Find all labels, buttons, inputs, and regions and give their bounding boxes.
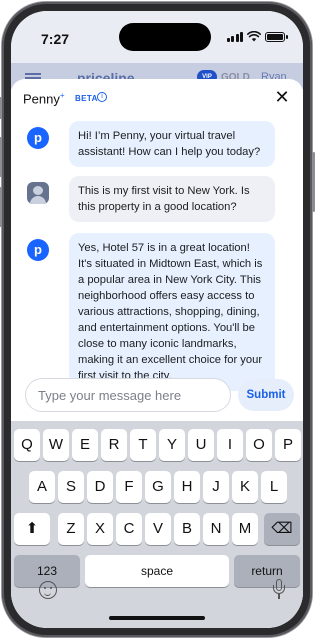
key-s[interactable]: S <box>58 471 84 503</box>
chat-header: Penny+ BETA i ✕ <box>11 79 303 115</box>
power-button <box>312 152 315 212</box>
penny-avatar: p <box>27 127 49 149</box>
key-u[interactable]: U <box>188 429 214 461</box>
volume-down-button <box>0 187 2 227</box>
message-input[interactable] <box>25 378 231 412</box>
key-o[interactable]: O <box>246 429 272 461</box>
key-r[interactable]: R <box>101 429 127 461</box>
key-n[interactable]: N <box>203 513 229 545</box>
key-e[interactable]: E <box>72 429 98 461</box>
dynamic-island <box>119 23 211 51</box>
wifi-icon <box>247 31 261 42</box>
key-j[interactable]: J <box>203 471 229 503</box>
submit-button[interactable]: Submit <box>238 379 294 411</box>
cellular-signal-icon <box>226 31 243 42</box>
key-g[interactable]: G <box>145 471 171 503</box>
message-bubble: Hi! I’m Penny, your virtual travel assis… <box>69 121 275 167</box>
return-key[interactable]: return <box>234 555 300 587</box>
key-l[interactable]: L <box>261 471 287 503</box>
key-i[interactable]: I <box>217 429 243 461</box>
user-avatar <box>27 182 49 204</box>
chat-title-text: Penny <box>23 91 60 107</box>
message-composer: Submit <box>11 373 303 419</box>
home-indicator[interactable] <box>109 616 205 620</box>
microphone-icon[interactable] <box>273 579 285 601</box>
key-w[interactable]: W <box>43 429 69 461</box>
penny-avatar: p <box>27 239 49 261</box>
system-icons <box>226 31 288 42</box>
key-m[interactable]: M <box>232 513 258 545</box>
key-f[interactable]: F <box>116 471 142 503</box>
key-c[interactable]: C <box>116 513 142 545</box>
key-b[interactable]: B <box>174 513 200 545</box>
key-v[interactable]: V <box>145 513 171 545</box>
key-t[interactable]: T <box>130 429 156 461</box>
battery-icon <box>265 31 288 42</box>
key-d[interactable]: D <box>87 471 113 503</box>
volume-up-button <box>0 137 2 177</box>
key-k[interactable]: K <box>232 471 258 503</box>
beta-badge: BETA <box>75 94 98 103</box>
status-bar: 7:27 <box>11 11 303 63</box>
key-x[interactable]: X <box>87 513 113 545</box>
emoji-icon[interactable] <box>39 581 57 599</box>
screen: 7:27 priceline VIP GOLD Ryan Penny+ BETA… <box>11 11 303 628</box>
space-key[interactable]: space <box>85 555 229 587</box>
key-q[interactable]: Q <box>14 429 40 461</box>
key-z[interactable]: Z <box>58 513 84 545</box>
close-icon[interactable]: ✕ <box>273 87 291 108</box>
message-bubble: This is my first visit to New York. Is t… <box>69 176 275 222</box>
info-icon[interactable]: i <box>97 92 107 102</box>
message-bubble: Yes, Hotel 57 is in a great location! It… <box>69 233 275 391</box>
phone-frame: 7:27 priceline VIP GOLD Ryan Penny+ BETA… <box>0 2 315 637</box>
key-h[interactable]: H <box>174 471 200 503</box>
penny-logo-mark: + <box>59 91 65 100</box>
key-p[interactable]: P <box>275 429 301 461</box>
status-time: 7:27 <box>41 31 70 47</box>
key-y[interactable]: Y <box>159 429 185 461</box>
shift-key[interactable]: ⬆ <box>14 513 50 545</box>
backspace-key[interactable]: ⌫ <box>264 513 300 545</box>
mute-switch <box>0 97 2 119</box>
keyboard: Q W E R T Y U I O P A S D F G H J K L ⬆ … <box>11 421 303 628</box>
key-a[interactable]: A <box>29 471 55 503</box>
chat-title: Penny+ <box>23 91 65 106</box>
